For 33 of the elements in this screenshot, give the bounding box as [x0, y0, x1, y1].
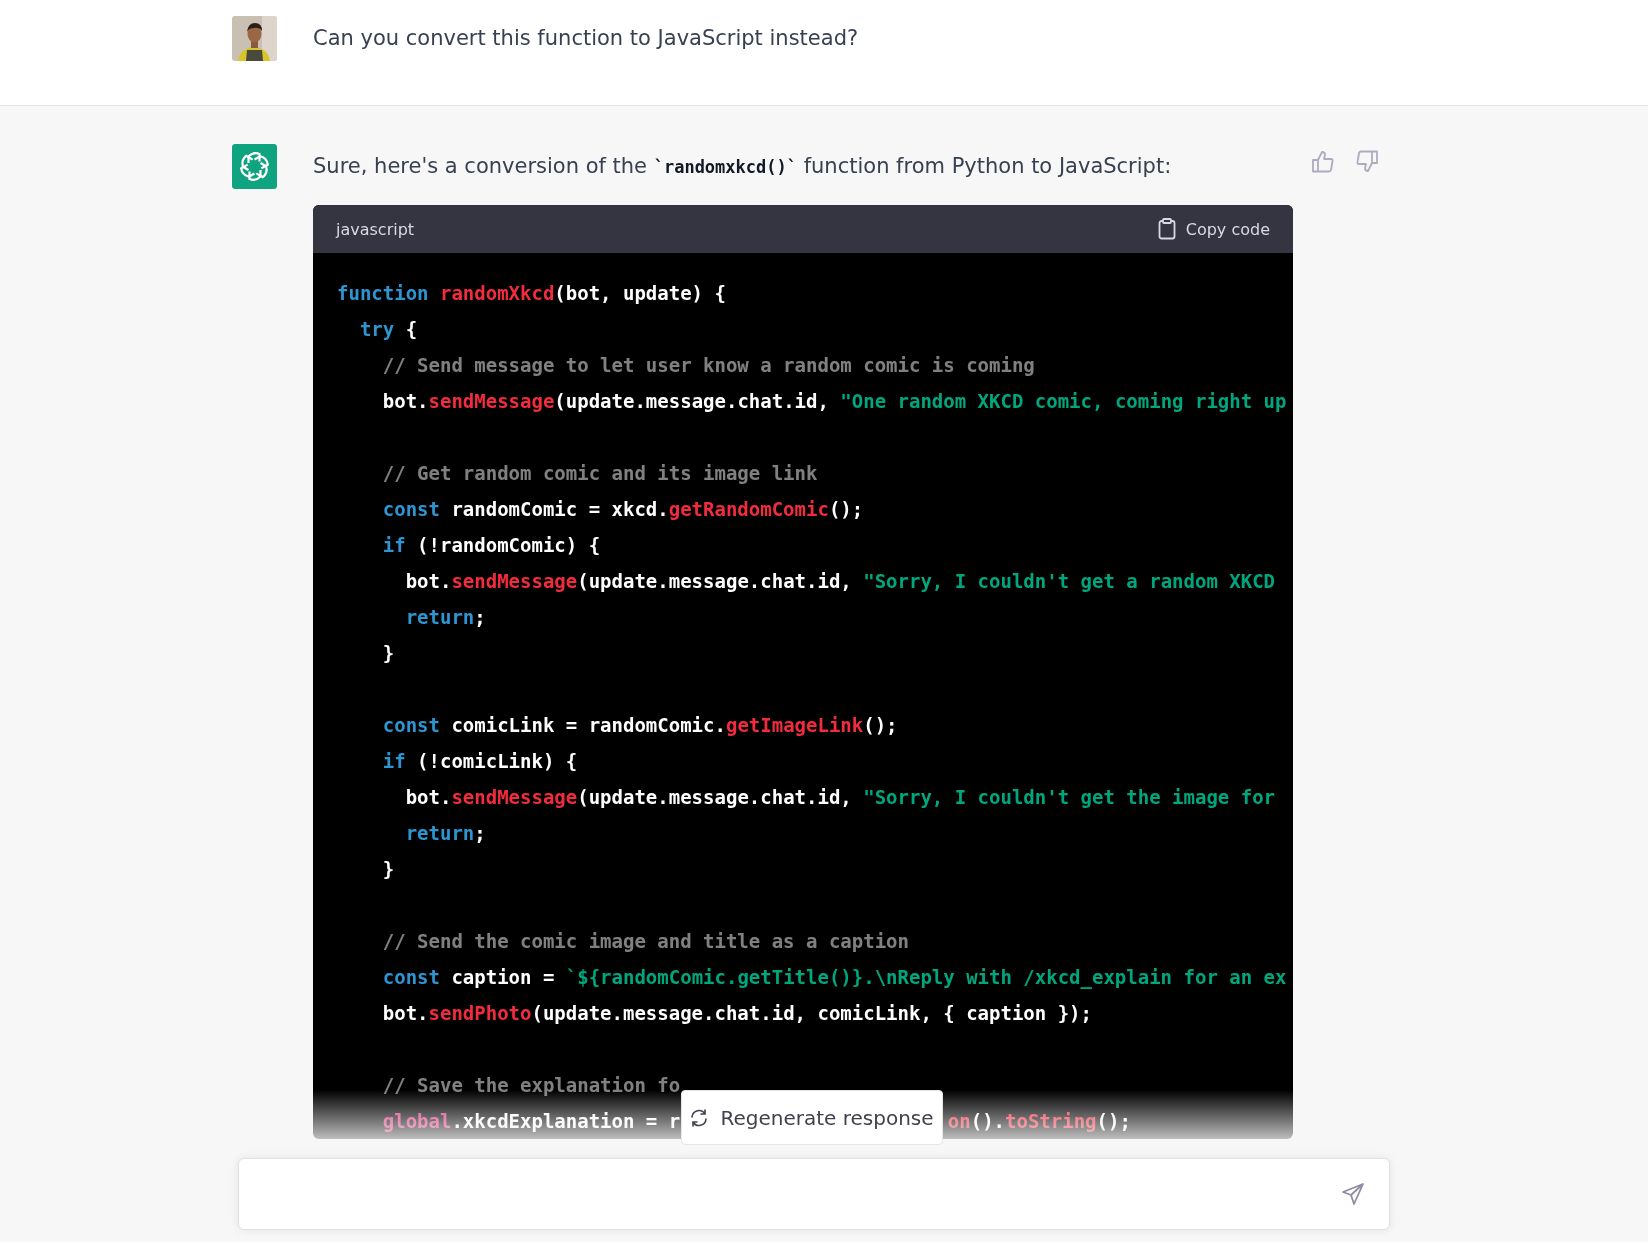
refresh-icon — [690, 1108, 709, 1127]
code-line: // Get random comic and its image link — [381, 462, 818, 484]
language-label: javascript — [336, 219, 415, 239]
regenerate-response-button[interactable]: Regenerate response — [681, 1090, 943, 1145]
code-line: try { — [358, 318, 418, 340]
code-line: if (!comicLink) { — [381, 750, 578, 772]
code-line: // Send message to let user know a random comic is coming — [381, 354, 1035, 376]
clipboard-icon — [1157, 218, 1176, 240]
code-line: } — [381, 858, 395, 880]
code-line: return; — [404, 606, 486, 628]
message-text: Can you convert this function to JavaScript instead? — [313, 26, 860, 50]
code-line: return; — [404, 822, 486, 844]
code-line: on().toString(); — [947, 1109, 1131, 1134]
thumbs-down-icon[interactable] — [1356, 150, 1378, 173]
code-line: bot.sendMessage(update.message.chat.id, "Sorry, I couldn't get a random XKCD — [404, 570, 1276, 592]
code-line: if (!randomComic) { — [381, 534, 601, 556]
code-line: global.xkcdExplanation = r — [381, 1110, 681, 1132]
code-line: function randomXkcd(bot, update) { — [337, 282, 726, 304]
code-line: // Save the explanation fo — [381, 1074, 681, 1096]
code-line: const comicLink = randomComic.getImageLink(); — [381, 714, 898, 736]
send-icon[interactable] — [1341, 1182, 1365, 1206]
logo-icon — [232, 144, 277, 189]
copy-code-button[interactable]: Copy code — [1157, 218, 1270, 240]
code-line: // Send the comic image and title as a caption — [381, 930, 909, 952]
code-line: bot.sendMessage(update.message.chat.id, "One random XKCD comic, coming right up — [381, 390, 1287, 412]
code-line: bot.sendPhoto(update.message.chat.id, comicLink, { caption }); — [381, 1002, 1092, 1024]
code-line: bot.sendMessage(update.message.chat.id, "Sorry, I couldn't get the image for — [404, 786, 1276, 808]
code-line: } — [381, 642, 395, 664]
code-line: const randomComic = xkcd.getRandomComic(); — [381, 498, 864, 520]
code-line: const caption = `${randomComic.getTitle()}.\nReply with /xkcd_explain for an ex — [381, 966, 1287, 988]
message-text: Sure, here's a conversion of the `randomxkcd()` function from Python to JavaScript: — [313, 154, 1173, 178]
thumbs-up-icon[interactable] — [1312, 150, 1334, 173]
message-input-field[interactable] — [238, 1158, 1390, 1230]
